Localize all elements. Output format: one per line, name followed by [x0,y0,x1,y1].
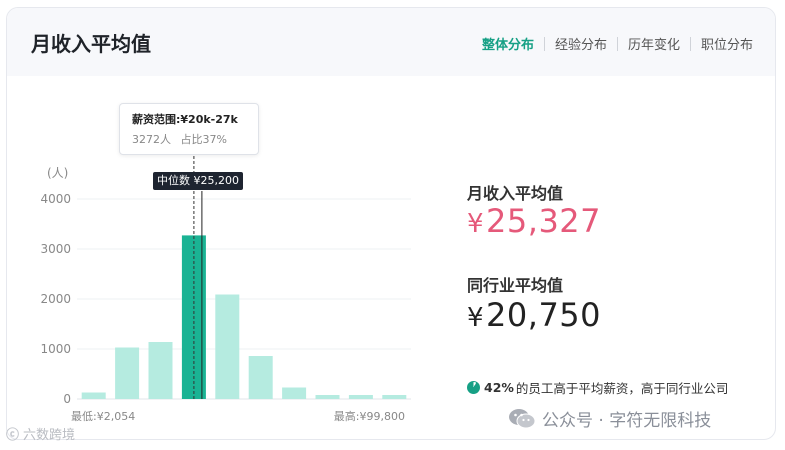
median-tag: 中位数 ¥25,200 [153,172,243,190]
histogram-bar[interactable] [215,294,240,400]
histogram-bar[interactable] [248,356,273,399]
salary-card: 月收入平均值 整体分布 经验分布 历年变化 职位分布 (人) 4000 3000 2… [6,7,776,440]
histogram-bar[interactable] [282,387,307,400]
x-axis-min-label: 最低:¥2,054 [71,410,135,423]
tab-position[interactable]: 职位分布 [701,32,753,55]
watermark-text: 公众号 · 字符无限科技 [542,411,712,431]
industry-avg-number: 20,750 [486,296,602,334]
avg-income-number: 25,327 [486,202,602,240]
y-tick-label: 4000 [40,192,71,206]
currency-symbol: ¥ [467,303,485,333]
y-axis-unit: (人) [47,166,68,180]
histogram-bar[interactable] [115,347,140,400]
histogram-bar[interactable] [148,342,173,399]
tab-yearly[interactable]: 历年变化 [628,32,680,55]
card-header: 月收入平均值 整体分布 经验分布 历年变化 职位分布 [7,8,775,76]
histogram-bar[interactable] [382,395,407,399]
above-average-note: 42% 的员工高于平均薪资，高于同行业公司 [467,378,728,397]
wechat-icon [508,408,536,430]
corner-watermark-text: 六数跨境 [23,428,76,443]
industry-avg-label: 同行业平均值 [467,276,564,295]
corner-watermark: ⓒ 六数跨境 [6,424,75,443]
histogram-bar[interactable] [348,395,373,399]
tab-divider [616,36,618,51]
currency-symbol: ¥ [467,209,485,239]
y-tick-label: 0 [63,392,71,406]
stats-panel: 月收入平均值 ¥25,327 同行业平均值 ¥20,750 42% 的员工高于平… [467,76,767,439]
tooltip-details: 3272人 占比37% [132,131,246,147]
avg-income-label: 月收入平均值 [467,184,564,203]
histogram-bar[interactable] [315,395,340,399]
y-tick-label: 1000 [40,342,71,356]
y-tick-label: 3000 [40,242,71,256]
tooltip-count: 3272人 [132,133,171,146]
tooltip-share: 占比37% [180,133,227,146]
wechat-watermark: 公众号 · 字符无限科技 [508,406,711,431]
card-title: 月收入平均值 [31,32,151,56]
tab-overall[interactable]: 整体分布 [482,32,534,55]
pie-chart-icon [467,381,480,394]
tab-divider [543,36,545,51]
industry-avg-value: ¥20,750 [467,296,601,334]
bar-tooltip: 薪资范围:¥20k-27k 3272人 占比37% [119,103,259,155]
tab-bar: 整体分布 经验分布 历年变化 职位分布 [482,32,753,55]
avg-income-value: ¥25,327 [467,202,601,240]
note-text: 的员工高于平均薪资，高于同行业公司 [515,381,729,396]
tooltip-range: 薪资范围:¥20k-27k [132,113,238,126]
note-percentage: 42% [484,380,514,395]
tab-experience[interactable]: 经验分布 [555,32,607,55]
y-tick-label: 2000 [40,292,71,306]
x-axis-max-label: 最高:¥99,800 [334,409,405,423]
tab-divider [689,36,691,51]
histogram-chart: (人) 4000 3000 2000 1000 0 最低:¥2,054 最高:¥99,8… [7,76,447,439]
histogram-bar[interactable] [81,392,106,400]
watermark-logo-icon: ⓒ [6,428,20,443]
